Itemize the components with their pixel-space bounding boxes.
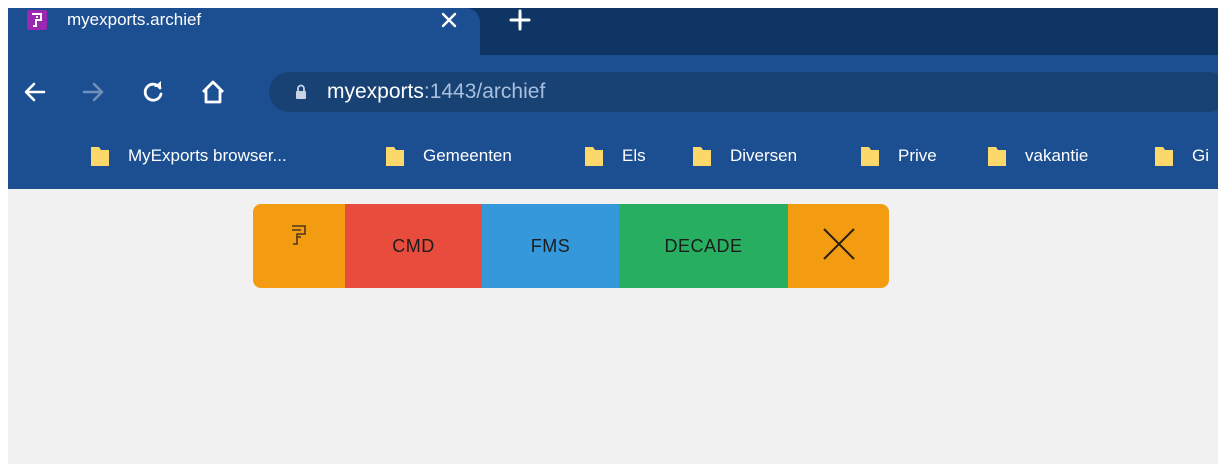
- bookmark-gi[interactable]: Gi: [1154, 142, 1209, 170]
- myexports-logo-icon: [289, 223, 309, 252]
- myexports-favicon-icon: [27, 10, 47, 30]
- url-host: myexports: [327, 80, 424, 103]
- fms-label: FMS: [530, 235, 571, 256]
- bookmark-els[interactable]: Els: [584, 142, 646, 170]
- bookmark-label: Prive: [898, 146, 937, 165]
- bookmark-diversen[interactable]: Diversen: [692, 142, 797, 170]
- close-button[interactable]: [788, 204, 889, 288]
- bookmark-label: Els: [622, 146, 646, 165]
- back-arrow-icon[interactable]: [22, 79, 48, 105]
- lock-icon[interactable]: [295, 84, 307, 105]
- tab-active[interactable]: myexports.archief: [8, 8, 480, 55]
- address-bar[interactable]: myexports:1443/archief: [269, 72, 1218, 112]
- new-tab-plus-icon[interactable]: [508, 8, 532, 32]
- tab-title: myexports.archief: [67, 10, 202, 29]
- folder-icon: [692, 145, 712, 167]
- reload-icon[interactable]: [140, 79, 166, 105]
- close-icon: [821, 226, 857, 267]
- bookmark-label: Diversen: [730, 146, 798, 165]
- home-logo-button[interactable]: [253, 204, 345, 288]
- bookmark-label: MyExports browser...: [128, 146, 287, 165]
- forward-arrow-icon[interactable]: [80, 79, 106, 105]
- browser-toolbar: myexports:1443/archief: [8, 55, 1218, 127]
- bookmark-prive[interactable]: Prive: [860, 142, 937, 170]
- app-toolbar: CMD FMS DECADE: [253, 204, 889, 288]
- url-path: :1443/archief: [423, 80, 546, 103]
- browser-window: myexports.archief myexports:1443/archief…: [8, 8, 1218, 464]
- tab-strip: myexports.archief: [8, 8, 1218, 55]
- folder-icon: [987, 145, 1007, 167]
- decade-label: DECADE: [664, 235, 743, 256]
- folder-icon: [584, 145, 604, 167]
- bookmark-gemeenten[interactable]: Gemeenten: [385, 142, 512, 170]
- folder-icon: [385, 145, 405, 167]
- folder-icon: [90, 145, 110, 167]
- cmd-button[interactable]: CMD: [345, 204, 482, 288]
- bookmark-myexports-browser[interactable]: MyExports browser...: [90, 142, 287, 170]
- cmd-label: CMD: [392, 235, 435, 256]
- bookmark-label: Gi: [1192, 146, 1209, 165]
- folder-icon: [860, 145, 880, 167]
- fms-button[interactable]: FMS: [482, 204, 619, 288]
- tab-close-icon[interactable]: [437, 8, 461, 32]
- bookmark-label: vakantie: [1025, 146, 1089, 165]
- bookmarks-bar: MyExports browser... Gemeenten Els Diver…: [8, 127, 1218, 189]
- url-text[interactable]: myexports:1443/archief: [327, 81, 545, 103]
- decade-button[interactable]: DECADE: [619, 204, 788, 288]
- folder-icon: [1154, 145, 1174, 167]
- bookmark-vakantie[interactable]: vakantie: [987, 142, 1088, 170]
- bookmark-label: Gemeenten: [423, 146, 512, 165]
- home-icon[interactable]: [200, 79, 226, 105]
